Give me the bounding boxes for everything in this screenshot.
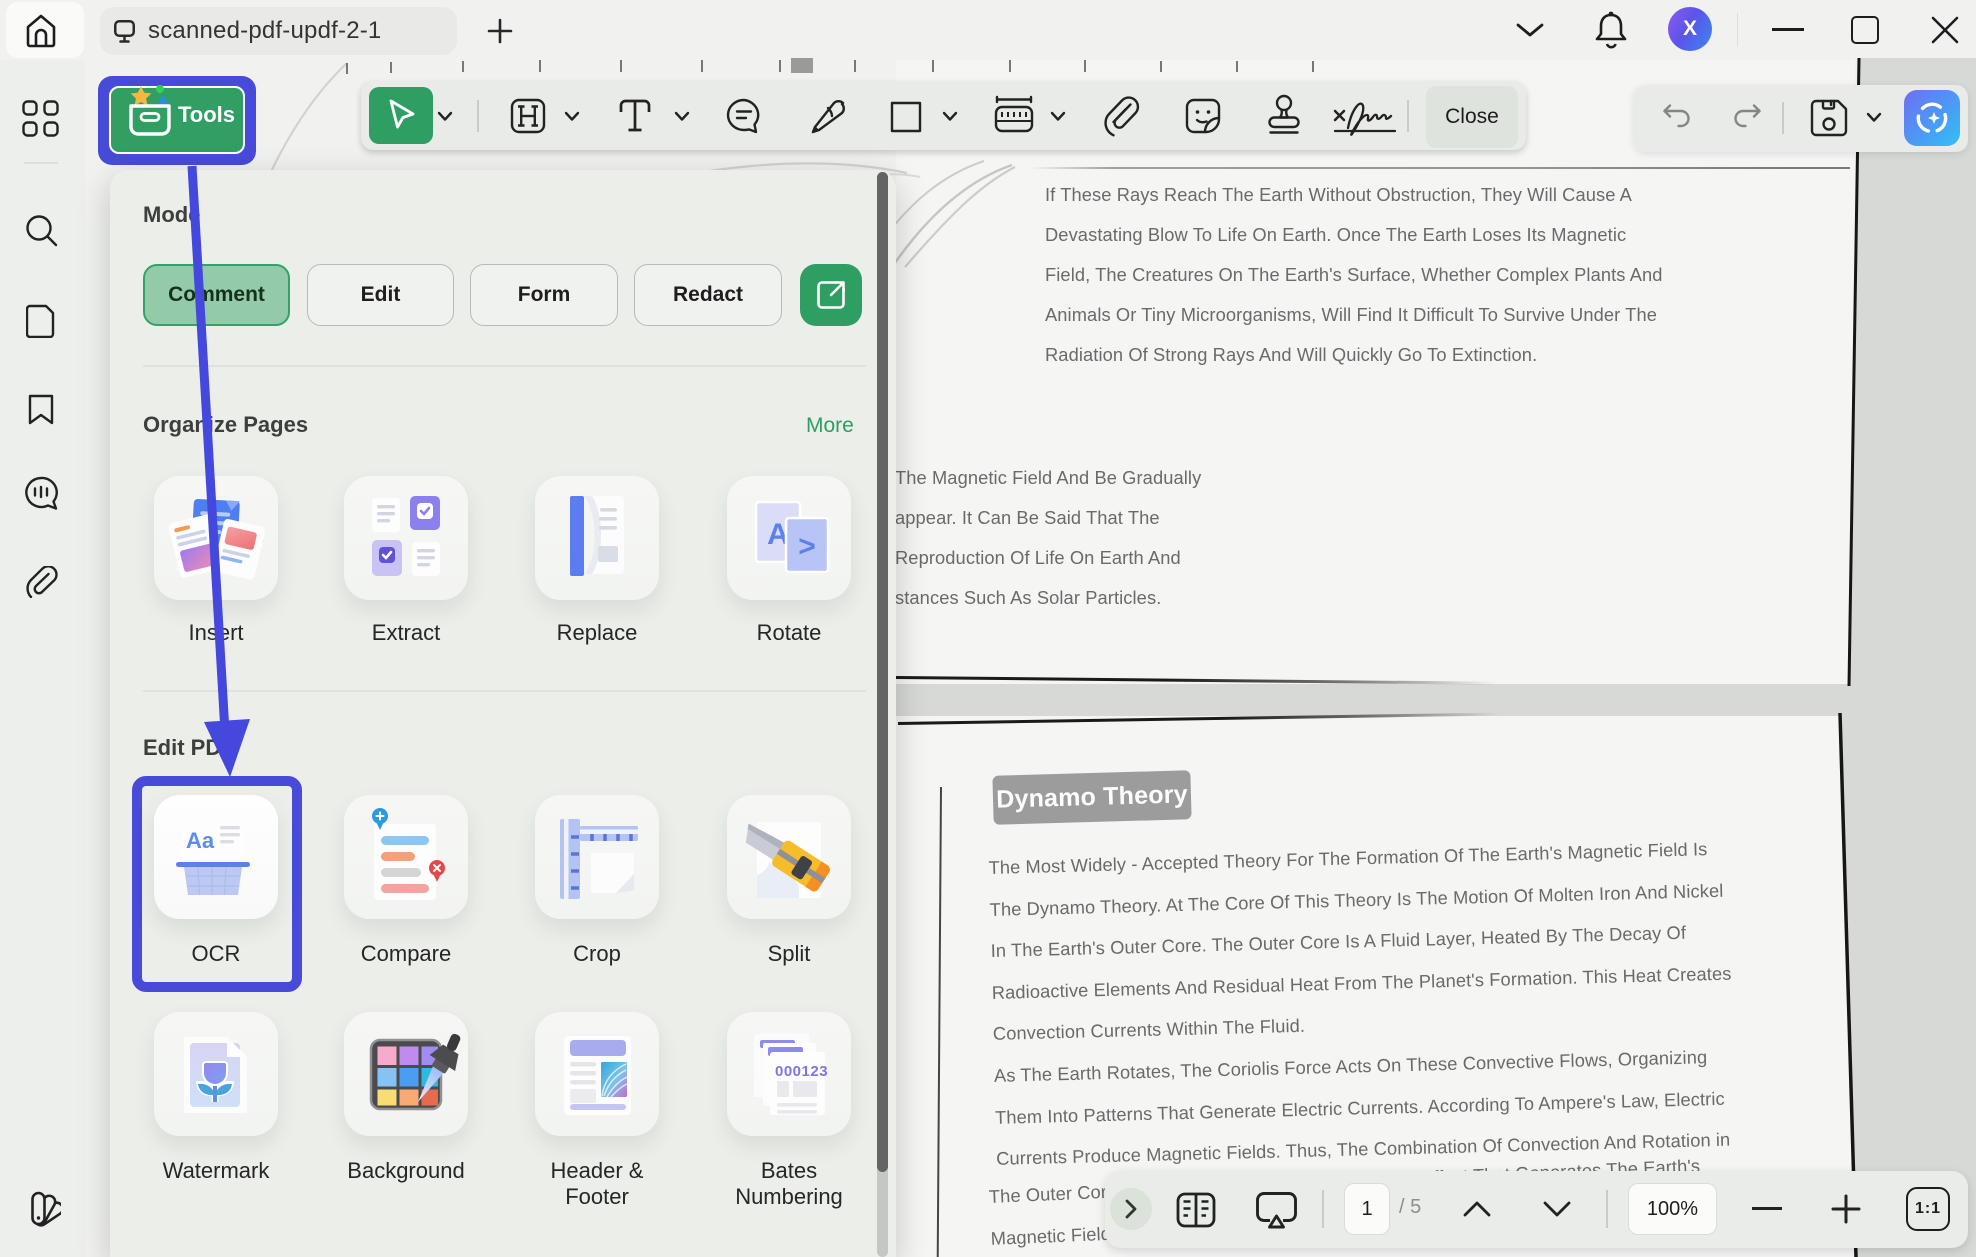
svg-text:000123: 000123 (775, 1063, 828, 1080)
svg-text:Aa: Aa (186, 828, 215, 853)
svg-text:>: > (798, 530, 816, 563)
